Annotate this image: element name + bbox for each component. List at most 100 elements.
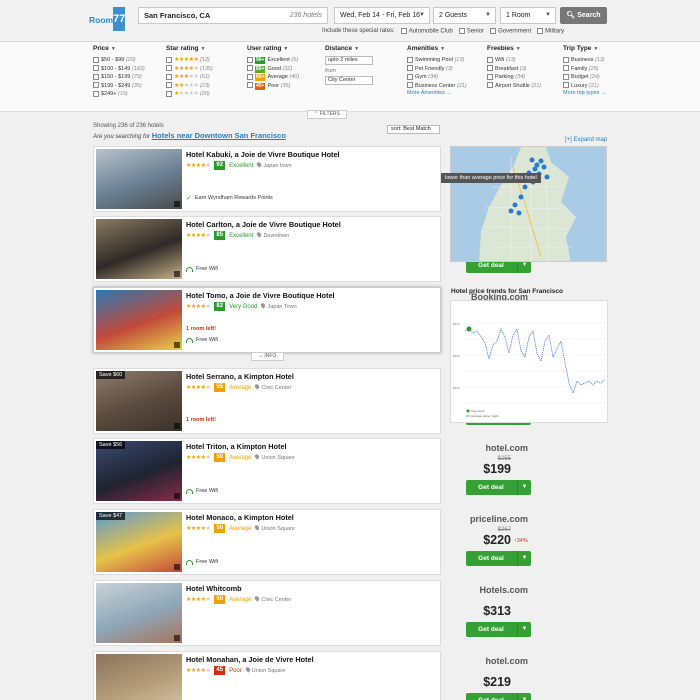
chevron-down-icon[interactable]: ▼ [517, 693, 531, 700]
filters-toggle[interactable]: ⌃ FILTERS [307, 110, 347, 119]
get-deal-button[interactable]: Get deal▼ [466, 693, 531, 700]
filter-title[interactable]: Price ▼ [93, 45, 145, 52]
rate-option[interactable]: Automobile Club [400, 28, 453, 35]
destination-input[interactable]: San Francisco, CA 236 hotels [138, 7, 328, 24]
get-deal-button[interactable]: Get deal▼ [466, 622, 531, 637]
filter-title[interactable]: Star rating ▼ [166, 45, 213, 52]
hotel-photo[interactable] [96, 219, 182, 279]
hotel-name[interactable]: Hotel Kabuki, a Joie de Vivre Boutique H… [186, 150, 340, 159]
more-trip-types-link[interactable]: More trip types → [563, 90, 606, 96]
filter-title[interactable]: Trip Type ▼ [563, 45, 606, 52]
distance-select[interactable]: upto 2 miles [325, 56, 373, 65]
hotel-card[interactable]: Save $60 Hotel Serrano, a Kimpton Hotel ★★… [93, 368, 531, 434]
filter-option[interactable]: Breakfast (3) [487, 65, 541, 74]
hotel-photo[interactable] [96, 290, 182, 350]
provider-logo[interactable]: priceline.com [466, 514, 528, 524]
filter-option[interactable]: Parking (34) [487, 73, 541, 82]
filter-option[interactable]: Family (25) [563, 65, 606, 74]
distance-from-select[interactable]: City Center [325, 75, 373, 85]
filter-title[interactable]: Amenities ▼ [407, 45, 467, 52]
provider-logo[interactable]: hotel.com [466, 656, 528, 666]
filter-option[interactable]: $199 - $249 (35) [93, 82, 145, 91]
more-amenities-link[interactable]: More Amenities → [407, 90, 467, 96]
get-deal-button[interactable]: Get deal▼ [466, 551, 531, 566]
checkbox[interactable] [537, 28, 544, 34]
sort-select[interactable]: sort: Best Match [387, 125, 440, 134]
filter-option[interactable]: $100 - $149 (182) [93, 65, 145, 74]
guests-select[interactable]: 2 Guests ▼ [433, 7, 496, 24]
filter-option[interactable]: 90+ Excellent (5) [247, 56, 299, 65]
gallery-icon[interactable] [174, 493, 180, 499]
room77-logo[interactable]: Room 77 [89, 4, 127, 34]
gallery-icon[interactable] [174, 564, 180, 570]
dates-select[interactable]: Wed, Feb 14 - Fri, Feb 16 ▼ [334, 7, 430, 24]
filter-option[interactable]: 80+ Good (32) [247, 65, 299, 74]
gallery-icon[interactable] [174, 635, 180, 641]
filter-option[interactable]: 40+ Poor (35) [247, 82, 299, 91]
chevron-down-icon[interactable]: ▼ [517, 551, 531, 566]
filter-option[interactable]: Gym (34) [407, 73, 467, 82]
filter-option[interactable]: ★★★★★ (61) [166, 73, 213, 82]
hotel-photo[interactable]: Save $60 [96, 371, 182, 431]
hotel-name[interactable]: Hotel Tomo, a Joie de Vivre Boutique Hot… [186, 291, 335, 300]
hotel-card[interactable]: Hotel Whitcomb ★★★★★ 50 Average Civic Center… [93, 580, 531, 646]
expand-map-link[interactable]: [+] Expand map [565, 137, 607, 143]
filter-option[interactable]: Business (13) [563, 56, 606, 65]
hotel-map[interactable] [450, 146, 607, 262]
hotel-photo[interactable] [96, 654, 182, 700]
chevron-down-icon[interactable]: ▼ [517, 480, 531, 495]
rooms-select[interactable]: 1 Room ▼ [500, 7, 556, 24]
filter-option[interactable]: Wifi (13) [487, 56, 541, 65]
hotel-name[interactable]: Hotel Monahan, a Joie de Vivre Hotel [186, 655, 314, 664]
gallery-icon[interactable] [174, 201, 180, 207]
info-toggle[interactable]: ⌄ INFO [251, 352, 284, 361]
filter-option[interactable]: $50 - $99 (20) [93, 56, 145, 65]
gallery-icon[interactable] [174, 342, 180, 348]
hotel-card[interactable]: Save $56 Hotel Triton, a Kimpton Hotel ★★★… [93, 438, 531, 504]
hotel-name[interactable]: Hotel Carlton, a Joie de Vivre Boutique … [186, 220, 341, 229]
gallery-icon[interactable] [174, 271, 180, 277]
get-deal-button[interactable]: Get deal▼ [466, 480, 531, 495]
filter-option[interactable]: Luxury (21) [563, 82, 606, 91]
filter-option[interactable]: Business Center (21) [407, 82, 467, 91]
hotel-photo[interactable]: Save $56 [96, 441, 182, 501]
filter-option[interactable]: Swimming Pool (13) [407, 56, 467, 65]
hotel-name[interactable]: Hotel Serrano, a Kimpton Hotel [186, 372, 294, 381]
hotel-name[interactable]: Hotel Monaco, a Kimpton Hotel [186, 513, 294, 522]
provider-logo[interactable]: hotel.com [466, 443, 528, 453]
filter-option[interactable]: 60+ Average (40) [247, 73, 299, 82]
checkbox[interactable] [490, 28, 497, 34]
rate-option[interactable]: Government [490, 28, 531, 35]
hotel-photo[interactable] [96, 583, 182, 643]
filter-option[interactable]: Pet Friendly (3) [407, 65, 467, 74]
filter-option[interactable]: Airport Shuttle (21) [487, 82, 541, 91]
checkbox[interactable] [458, 28, 465, 34]
chevron-down-icon[interactable]: ▼ [517, 622, 531, 637]
suggestion-link[interactable]: Hotels near Downtown San Francisco [152, 131, 286, 140]
filter-option[interactable]: ★★★★★ (12) [166, 56, 213, 65]
filter-option[interactable]: $150 - $199 (79) [93, 73, 145, 82]
filter-title[interactable]: User rating ▼ [247, 45, 299, 52]
filter-option[interactable]: $249+ (15) [93, 90, 145, 99]
hotel-card[interactable]: Save $47 Hotel Monaco, a Kimpton Hotel ★★★… [93, 509, 531, 575]
rate-option[interactable]: Military [537, 28, 564, 35]
rate-option[interactable]: Senior [458, 28, 484, 35]
hotel-card[interactable]: Hotel Carlton, a Joie de Vivre Boutique … [93, 216, 531, 282]
hotel-card[interactable]: Hotel Kabuki, a Joie de Vivre Boutique H… [93, 146, 531, 212]
filter-title[interactable]: Distance ▼ [325, 45, 373, 52]
hotel-card[interactable]: Hotel Tomo, a Joie de Vivre Boutique Hot… [93, 287, 531, 353]
filter-option[interactable]: ★★★★★ (23) [166, 82, 213, 91]
provider-logo[interactable]: Hotels.com [466, 585, 528, 595]
hotel-name[interactable]: Hotel Whitcomb [186, 584, 242, 593]
hotel-name[interactable]: Hotel Triton, a Kimpton Hotel [186, 442, 287, 451]
hotel-photo[interactable] [96, 149, 182, 209]
gallery-icon[interactable] [174, 423, 180, 429]
filter-option[interactable]: ★★★★★ (135) [166, 65, 213, 74]
filter-title[interactable]: Freebies ▼ [487, 45, 541, 52]
checkbox[interactable] [400, 28, 407, 34]
search-button[interactable]: 🔍︎ Search [560, 7, 607, 24]
hotel-card[interactable]: Hotel Monahan, a Joie de Vivre Hotel ★★★★… [93, 651, 531, 700]
hotel-photo[interactable]: Save $47 [96, 512, 182, 572]
filter-option[interactable]: Budget (24) [563, 73, 606, 82]
filter-option[interactable]: ★★★★★ (20) [166, 90, 213, 99]
